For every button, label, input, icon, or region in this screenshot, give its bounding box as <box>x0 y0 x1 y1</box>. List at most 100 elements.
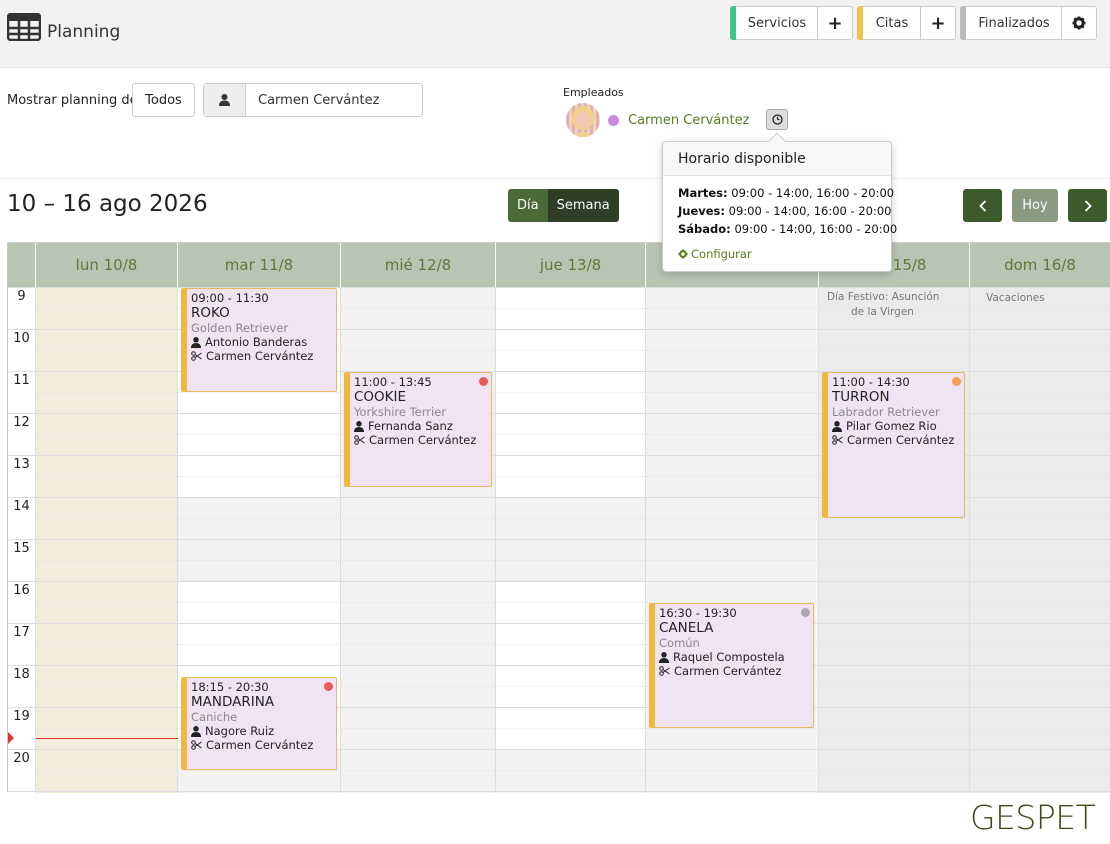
groomer-name: Carmen Cervántez <box>206 738 314 752</box>
status-dot <box>801 608 810 617</box>
groomer-name: Carmen Cervántez <box>674 664 782 678</box>
pet-breed: Común <box>659 636 700 650</box>
status-dot <box>324 682 333 691</box>
appointment-time: 09:00 - 11:30 <box>191 291 269 305</box>
citas-color-strip <box>857 6 863 40</box>
client-line: Pilar Gomez Rio <box>832 419 964 433</box>
appointment-card[interactable]: 16:30 - 19:30 CANELA Común Raquel Compos… <box>649 603 814 728</box>
client-name: Pilar Gomez Rio <box>846 419 937 433</box>
hour-gridline <box>8 707 1110 708</box>
employee-select[interactable]: Carmen Cervántez <box>203 83 423 117</box>
hour-label: 19 <box>13 709 30 724</box>
user-icon <box>191 336 201 348</box>
view-toggle: Día Semana <box>508 189 619 222</box>
date-range-title: 10 – 16 ago 2026 <box>7 191 208 217</box>
day-header: dom 16/8 <box>970 243 1110 287</box>
client-name: Fernanda Sanz <box>368 419 453 433</box>
day-column-mon[interactable] <box>36 287 178 793</box>
user-icon <box>832 420 842 432</box>
next-week-button[interactable] <box>1068 189 1107 222</box>
client-line: Antonio Banderas <box>191 335 336 349</box>
hour-gridline <box>8 623 1110 624</box>
finalizados-button[interactable]: Finalizados <box>960 6 1062 40</box>
schedule-row: Jueves: 09:00 - 14:00, 16:00 - 20:00 <box>678 204 891 218</box>
hour-label: 15 <box>13 541 30 556</box>
gespet-logo: GESPET <box>970 798 1096 837</box>
groomer-line: Carmen Cervántez <box>832 433 964 447</box>
half-hour-gridline <box>36 560 1110 561</box>
hour-gridline <box>8 329 1110 330</box>
schedule-button[interactable] <box>766 109 788 130</box>
client-name: Nagore Ruiz <box>205 724 275 738</box>
schedule-day: Sábado: <box>678 222 731 236</box>
pet-breed: Golden Retriever <box>191 321 289 335</box>
page-title: Planning <box>47 22 121 42</box>
week-view-button[interactable]: Semana <box>547 189 619 222</box>
app-title-group: Planning <box>7 12 120 42</box>
client-name: Antonio Banderas <box>205 335 308 349</box>
add-cita-button[interactable]: + <box>920 6 956 40</box>
status-dot <box>479 377 488 386</box>
citas-label: Citas <box>875 15 909 31</box>
scissors-icon <box>191 351 202 361</box>
finalizados-color-strip <box>960 6 966 40</box>
plus-icon: + <box>930 12 946 34</box>
holiday-note-2: de la Virgen <box>851 306 914 318</box>
gear-icon <box>678 249 688 259</box>
schedule-hours: 09:00 - 14:00, 16:00 - 20:00 <box>731 186 895 200</box>
hour-label: 17 <box>13 625 30 640</box>
schedule-day: Jueves: <box>678 204 726 218</box>
appointment-time: 18:15 - 20:30 <box>191 680 269 694</box>
appointment-card[interactable]: 11:00 - 13:45 COOKIE Yorkshire Terrier F… <box>344 372 492 487</box>
pet-name: MANDARINA <box>191 694 275 710</box>
day-column-sat[interactable] <box>819 287 970 793</box>
citas-button[interactable]: Citas <box>857 6 921 40</box>
hour-label: 13 <box>13 457 30 472</box>
groomer-name: Carmen Cervántez <box>369 433 477 447</box>
unavailable-block <box>496 749 645 793</box>
client-line: Raquel Compostela <box>659 650 813 664</box>
time-header <box>8 243 36 287</box>
scissors-icon <box>354 435 365 445</box>
employees-title: Empleados <box>563 86 624 99</box>
employee-name-link[interactable]: Carmen Cervántez <box>628 113 749 128</box>
groomer-name: Carmen Cervántez <box>206 349 314 363</box>
appointment-time: 11:00 - 13:45 <box>354 375 432 389</box>
day-header: lun 10/8 <box>36 243 178 287</box>
add-servicio-button[interactable]: + <box>817 6 853 40</box>
hour-label: 10 <box>13 331 30 346</box>
half-hour-gridline <box>36 602 1110 603</box>
day-column-sun[interactable] <box>970 287 1110 793</box>
hour-label: 16 <box>13 583 30 598</box>
pet-breed: Labrador Retriever <box>832 405 940 419</box>
servicios-button[interactable]: Servicios <box>730 6 818 40</box>
appointment-card[interactable]: 18:15 - 20:30 MANDARINA Caniche Nagore R… <box>181 677 337 770</box>
appointment-card[interactable]: 11:00 - 14:30 TURRON Labrador Retriever … <box>822 372 965 518</box>
pet-name: COOKIE <box>354 389 407 405</box>
configure-label: Configurar <box>691 247 752 261</box>
schedule-row: Sábado: 09:00 - 14:00, 16:00 - 20:00 <box>678 222 897 236</box>
today-button[interactable]: Hoy <box>1012 189 1058 222</box>
employee-select-value: Carmen Cervántez <box>258 92 380 108</box>
status-dot <box>952 377 961 386</box>
avatar-portrait <box>566 103 600 137</box>
vacation-note: Vacaciones <box>986 292 1045 304</box>
hour-label: 14 <box>13 499 30 514</box>
settings-button[interactable] <box>1061 6 1097 40</box>
todos-button[interactable]: Todos <box>132 83 195 117</box>
appointment-card[interactable]: 09:00 - 11:30 ROKO Golden Retriever Anto… <box>181 288 337 392</box>
current-time-marker <box>8 732 14 744</box>
client-line: Nagore Ruiz <box>191 724 336 738</box>
pet-breed: Caniche <box>191 710 238 724</box>
hour-label: 20 <box>13 751 30 766</box>
planning-filter-label: Mostrar planning de <box>7 93 138 108</box>
pet-breed: Yorkshire Terrier <box>354 405 446 419</box>
servicios-color-strip <box>730 6 736 40</box>
configure-link[interactable]: Configurar <box>678 247 752 261</box>
day-column-thu[interactable] <box>496 287 646 793</box>
prev-week-button[interactable] <box>963 189 1002 222</box>
grid-table-icon <box>7 13 41 41</box>
day-view-button[interactable]: Día <box>508 189 548 222</box>
day-column-wed[interactable] <box>341 287 496 793</box>
user-icon <box>659 651 669 663</box>
